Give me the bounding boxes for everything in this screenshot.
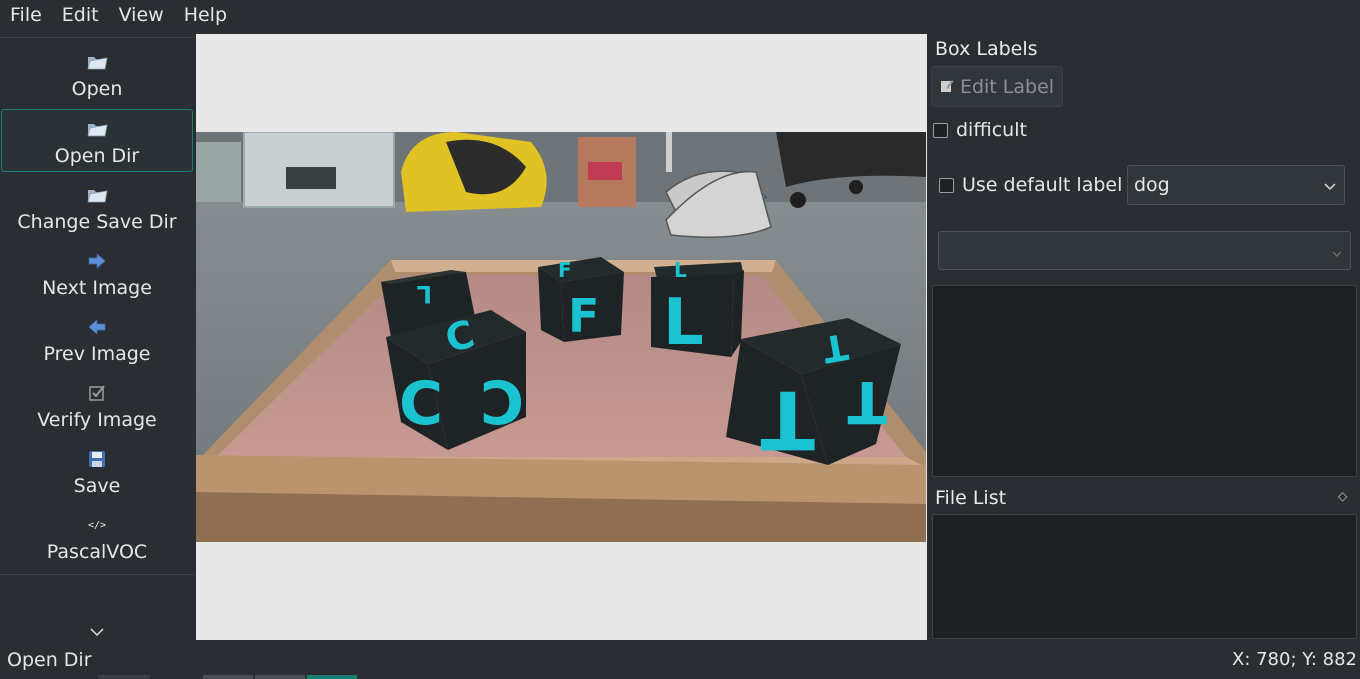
svg-text:C: C xyxy=(480,369,524,439)
difficult-checkbox-row[interactable]: difficult xyxy=(933,119,1027,141)
file-list-title: File List xyxy=(935,487,1007,509)
left-toolbar: Open Open Dir Change Save Dir Next Image… xyxy=(0,37,195,642)
default-label-value: dog xyxy=(1134,174,1170,196)
arrow-left-icon xyxy=(87,314,107,340)
menu-help[interactable]: Help xyxy=(174,0,237,30)
change-save-dir-label: Change Save Dir xyxy=(17,211,177,233)
label-list[interactable] xyxy=(932,285,1357,477)
arrow-right-icon xyxy=(87,248,107,274)
pascalvoc-label: PascalVOC xyxy=(46,541,148,563)
prev-image-button[interactable]: Prev Image xyxy=(1,307,193,370)
svg-text:F: F xyxy=(568,289,599,343)
image-canvas[interactable]: L C C C F F L L T T T xyxy=(196,34,927,640)
cursor-coordinates: X: 780; Y: 882 xyxy=(1231,649,1357,670)
scrollbar-segment xyxy=(203,675,253,679)
edit-label-button[interactable]: Edit Label xyxy=(931,66,1063,107)
save-button[interactable]: Save xyxy=(1,439,193,502)
toolbar-divider xyxy=(0,574,195,575)
use-default-label-checkbox[interactable] xyxy=(939,177,954,193)
next-image-button[interactable]: Next Image xyxy=(1,241,193,304)
label-filter-combo[interactable] xyxy=(938,231,1351,270)
verify-image-label: Verify Image xyxy=(37,409,157,431)
pascalvoc-button[interactable]: </> PascalVOC xyxy=(1,505,193,568)
prev-image-label: Prev Image xyxy=(43,343,151,365)
dock-float-icon[interactable]: ◇ xyxy=(1338,489,1347,503)
use-default-label-row[interactable]: Use default label xyxy=(939,174,1122,196)
svg-text:C: C xyxy=(399,369,443,439)
checkbox-check-icon xyxy=(88,380,106,406)
difficult-label: difficult xyxy=(956,119,1027,141)
open-dir-button[interactable]: Open Dir xyxy=(1,109,193,172)
folder-open-icon xyxy=(86,49,108,75)
edit-label-text: Edit Label xyxy=(959,75,1055,98)
open-dir-label: Open Dir xyxy=(54,145,140,167)
menu-view[interactable]: View xyxy=(109,0,174,30)
scrollbar-segment xyxy=(98,675,150,679)
svg-text:L: L xyxy=(674,258,687,282)
chevron-down-icon[interactable] xyxy=(86,622,108,642)
folder-open-icon xyxy=(86,116,108,142)
edit-icon xyxy=(940,76,954,98)
next-image-label: Next Image xyxy=(42,277,152,299)
svg-text:F: F xyxy=(558,258,572,282)
folder-open-icon xyxy=(86,182,108,208)
verify-image-button[interactable]: Verify Image xyxy=(1,373,193,436)
floppy-disk-icon xyxy=(88,446,106,472)
annotated-photo[interactable]: L C C C F F L L T T T xyxy=(196,132,926,542)
svg-text:L: L xyxy=(417,280,432,308)
menu-bar: File Edit View Help xyxy=(0,0,1360,30)
svg-text:L: L xyxy=(663,286,704,360)
file-list[interactable] xyxy=(932,514,1357,639)
svg-text:T: T xyxy=(847,368,887,436)
status-message: Open Dir xyxy=(7,649,92,671)
chevron-down-icon xyxy=(1324,174,1336,196)
open-button[interactable]: Open xyxy=(1,42,193,105)
menu-file[interactable]: File xyxy=(0,0,52,30)
svg-text:T: T xyxy=(760,373,815,466)
difficult-checkbox[interactable] xyxy=(933,122,948,138)
save-label: Save xyxy=(73,475,121,497)
scrollbar-segment xyxy=(255,675,305,679)
use-default-label-text: Use default label xyxy=(962,174,1123,196)
code-tag-icon: </> xyxy=(87,519,107,531)
box-labels-title: Box Labels xyxy=(935,38,1038,60)
open-label: Open xyxy=(71,78,123,100)
chevron-down-icon xyxy=(1332,240,1342,262)
change-save-dir-button[interactable]: Change Save Dir xyxy=(1,175,193,238)
default-label-select[interactable]: dog xyxy=(1127,165,1345,205)
menu-edit[interactable]: Edit xyxy=(52,0,109,30)
scrollbar-segment-active xyxy=(307,675,357,679)
